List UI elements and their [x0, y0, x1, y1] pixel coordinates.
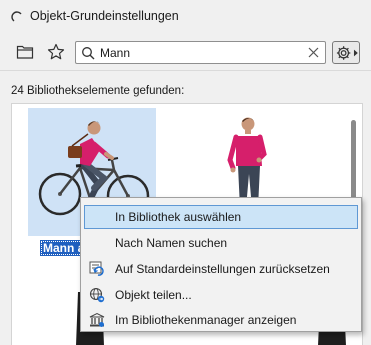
- results-count: 24 Bibliothekselemente gefunden:: [11, 85, 185, 97]
- menu-item-select-in-library[interactable]: In Bibliothek auswählen: [84, 205, 358, 229]
- clear-icon[interactable]: [307, 46, 320, 59]
- folder-icon: [16, 45, 34, 59]
- menu-item-label: Auf Standardeinstellungen zurücksetzen: [115, 262, 330, 276]
- context-menu: In Bibliothek auswählen Nach Namen suche…: [80, 197, 362, 332]
- menu-item-label: In Bibliothek auswählen: [115, 210, 242, 224]
- title-bar: Objekt-Grundeinstellungen: [0, 0, 371, 33]
- window-title: Objekt-Grundeinstellungen: [30, 9, 179, 23]
- toolbar: [0, 34, 371, 70]
- search-box[interactable]: [75, 41, 326, 64]
- app-icon: [11, 11, 22, 22]
- menu-item-label: Objekt teilen...: [115, 288, 192, 302]
- search-icon: [82, 47, 95, 60]
- library-manager-icon: [89, 312, 105, 327]
- menu-item-share-object[interactable]: Objekt teilen...: [84, 283, 358, 307]
- search-input[interactable]: [100, 45, 300, 61]
- menu-item-label: Im Bibliothekenmanager anzeigen: [115, 313, 297, 327]
- star-icon: [47, 43, 65, 60]
- gear-icon: [336, 45, 351, 60]
- reset-icon: [89, 261, 104, 276]
- menu-item-show-in-library-manager[interactable]: Im Bibliothekenmanager anzeigen: [84, 308, 358, 332]
- folder-button[interactable]: [13, 40, 37, 64]
- menu-item-reset-defaults[interactable]: Auf Standardeinstellungen zurücksetzen: [84, 257, 358, 281]
- caret-right-icon: [354, 49, 359, 56]
- share-globe-icon: [89, 287, 105, 303]
- settings-dropdown-button[interactable]: [332, 41, 360, 64]
- toolbar-divider: [0, 70, 371, 71]
- menu-item-search-by-name[interactable]: Nach Namen suchen: [84, 231, 358, 255]
- favorites-button[interactable]: [44, 40, 68, 64]
- menu-item-label: Nach Namen suchen: [115, 236, 228, 250]
